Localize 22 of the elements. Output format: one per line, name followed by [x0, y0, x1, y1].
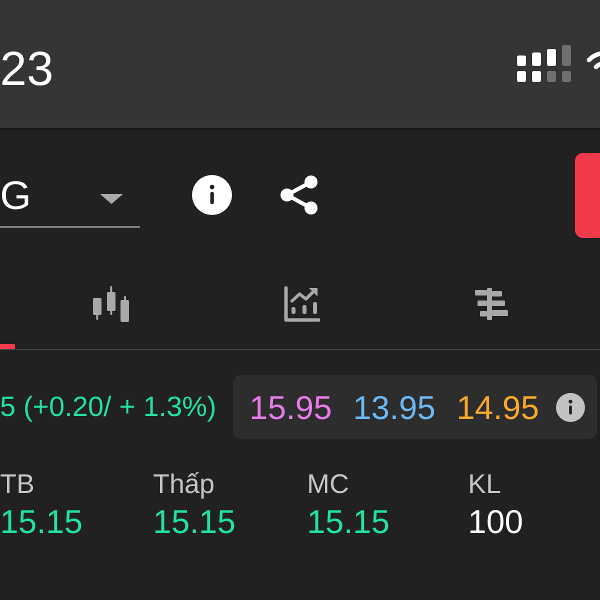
stat-label: TB [0, 468, 35, 500]
symbol-dropdown[interactable]: G [0, 172, 140, 228]
signal-icon [517, 44, 571, 82]
reference-price: 13.95 [352, 390, 436, 424]
stat-value: 15.15 [153, 502, 236, 542]
stat-label: Thấp [153, 468, 215, 500]
candlestick-icon [92, 286, 128, 322]
info-icon[interactable] [556, 392, 586, 422]
status-time: 23 [0, 46, 54, 94]
stat-label: MC [307, 468, 349, 500]
reference-price: 15.95 [249, 390, 332, 424]
info-icon[interactable] [192, 175, 232, 215]
caret-icon [100, 194, 123, 204]
reference-price: 14.95 [456, 390, 540, 424]
stat-value: 100 [468, 502, 524, 542]
price-change: 5 (+0.20/ + 1.3%) [0, 391, 216, 423]
stat-label: KL [468, 468, 502, 500]
share-icon[interactable] [280, 175, 318, 215]
depth-icon [474, 286, 510, 322]
chart-icon [284, 286, 320, 322]
stat-value: 15.15 [0, 502, 83, 542]
stat-value: 15.15 [307, 502, 390, 542]
